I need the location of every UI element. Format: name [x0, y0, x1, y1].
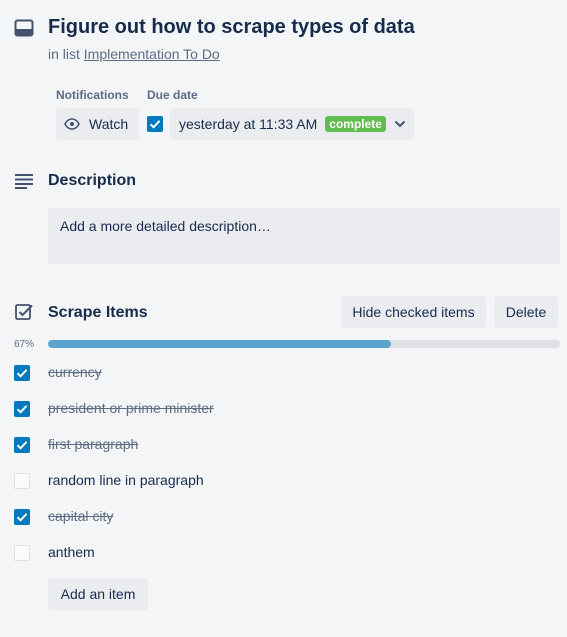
checklist-item-text[interactable]: currency: [48, 364, 102, 380]
checklist-item-checkbox[interactable]: [14, 473, 30, 489]
chevron-down-icon: [394, 120, 406, 128]
checklist-item-text[interactable]: president or prime minister: [48, 400, 214, 416]
checklist-item-checkbox[interactable]: [14, 365, 30, 381]
list-reference: in list Implementation To Do: [48, 46, 220, 62]
status-badge: complete: [325, 116, 386, 132]
check-icon: [16, 405, 28, 414]
add-item-button[interactable]: Add an item: [48, 578, 148, 610]
checklist-item-text[interactable]: first paragraph: [48, 436, 138, 452]
card-icon: [14, 19, 34, 37]
check-icon: [16, 513, 28, 522]
description-input[interactable]: Add a more detailed description…: [48, 208, 560, 264]
hide-checked-items-button[interactable]: Hide checked items: [341, 296, 486, 328]
checklist-item-checkbox[interactable]: [14, 401, 30, 417]
due-date-checkbox[interactable]: [147, 116, 163, 132]
card-title[interactable]: Figure out how to scrape types of data: [48, 16, 415, 39]
checklist-item-checkbox[interactable]: [14, 545, 30, 561]
watch-button[interactable]: Watch: [56, 108, 139, 140]
eye-icon: [64, 118, 80, 130]
progress-percent: 67%: [14, 339, 35, 350]
checklist-item-text[interactable]: anthem: [48, 544, 95, 560]
checklist-item-checkbox[interactable]: [14, 509, 30, 525]
check-icon: [149, 120, 161, 129]
progress-bar: [48, 340, 560, 348]
checklist-item-text[interactable]: capital city: [48, 508, 113, 524]
check-icon: [16, 441, 28, 450]
progress-bar-fill: [48, 340, 392, 348]
watch-label: Watch: [89, 116, 129, 132]
checklist-heading: Scrape Items: [48, 304, 148, 321]
description-icon: [15, 174, 33, 189]
due-date-label: Due date: [147, 88, 198, 102]
delete-checklist-button[interactable]: Delete: [494, 296, 558, 328]
checklist-item-checkbox[interactable]: [14, 437, 30, 453]
due-date-button[interactable]: yesterday at 11:33 AM complete: [170, 108, 414, 140]
in-list-prefix: in list: [48, 46, 80, 62]
due-date-value: yesterday at 11:33 AM: [179, 116, 318, 132]
checklist-icon: [15, 304, 33, 320]
list-link[interactable]: Implementation To Do: [84, 46, 220, 62]
check-icon: [16, 369, 28, 378]
description-heading: Description: [48, 172, 137, 189]
notifications-label: Notifications: [56, 88, 129, 102]
checklist-item-text[interactable]: random line in paragraph: [48, 472, 204, 488]
